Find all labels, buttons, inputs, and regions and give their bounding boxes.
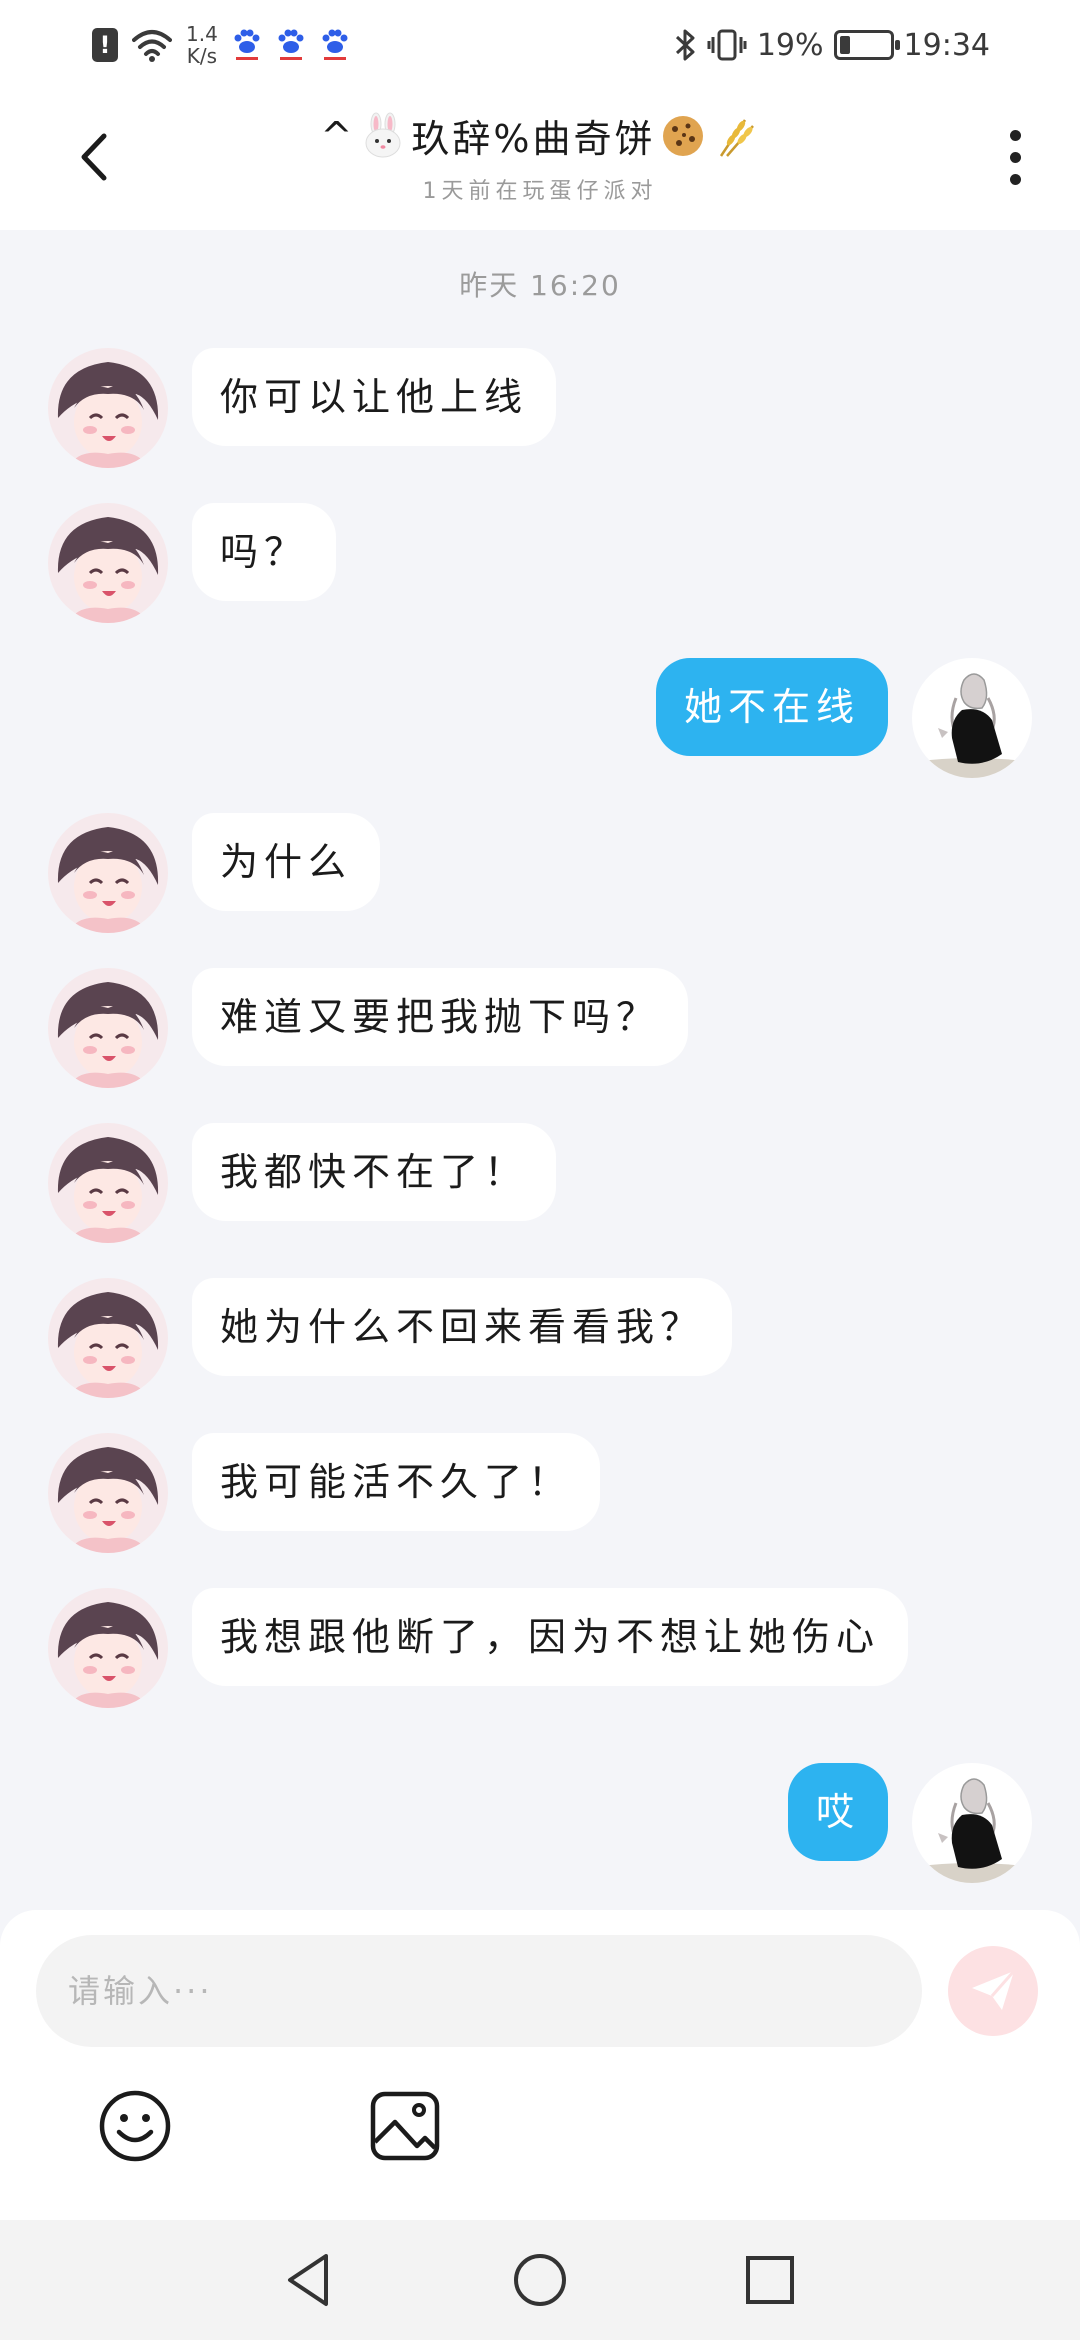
nav-recent-apps-button[interactable] — [738, 2248, 802, 2312]
send-button[interactable] — [948, 1946, 1038, 2036]
message-bubble[interactable]: 吗？ — [192, 503, 337, 601]
message-row: 她不在线 — [655, 658, 1032, 778]
title-text: 玖辞%曲奇饼 — [411, 117, 656, 161]
message-bubble[interactable]: 哎 — [787, 1763, 888, 1861]
message-row: 我可能活不久了！ — [48, 1433, 601, 1553]
contact-avatar[interactable] — [48, 1123, 168, 1243]
nav-back-button[interactable] — [278, 2248, 342, 2312]
battery-percent: 19% — [756, 27, 824, 63]
message-row: 为什么 — [48, 813, 381, 933]
title-prefix: ^ — [320, 113, 356, 158]
status-right: 19% 19:34 — [673, 22, 990, 68]
message-bubble[interactable]: 为什么 — [192, 813, 381, 911]
net-speed: 1.4 K/s — [186, 23, 218, 67]
dot-icon — [1009, 129, 1021, 141]
contact-avatar[interactable] — [48, 348, 168, 468]
wifi-icon — [132, 30, 172, 62]
contact-avatar[interactable] — [48, 968, 168, 1088]
baidu-paw-icon — [322, 29, 348, 60]
message-row: 吗？ — [48, 503, 337, 623]
wheat-emoji — [720, 118, 755, 157]
contact-name: ^ 玖辞%曲奇饼 — [321, 108, 760, 163]
contact-avatar[interactable] — [48, 1588, 168, 1708]
chat-screen: ! 1.4 K/s 19% 19:34 ^ 玖辞%曲奇饼 1天前在玩蛋仔派对 昨… — [0, 0, 1080, 2340]
alert-icon: ! — [92, 28, 118, 62]
message-row: 难道又要把我抛下吗？ — [48, 968, 689, 1088]
message-bubble[interactable]: 难道又要把我抛下吗？ — [192, 968, 689, 1066]
message-row: 她为什么不回来看看我？ — [48, 1278, 733, 1398]
contact-info[interactable]: ^ 玖辞%曲奇饼 1天前在玩蛋仔派对 — [200, 108, 880, 205]
message-row: 我想跟他断了，因为不想让她伤心 — [48, 1588, 909, 1708]
nav-home-button[interactable] — [508, 2248, 572, 2312]
clock: 19:34 — [903, 27, 990, 63]
contact-status: 1天前在玩蛋仔派对 — [422, 179, 658, 204]
net-speed-unit: K/s — [186, 44, 218, 68]
baidu-paw-icon — [278, 29, 304, 60]
paper-plane-icon — [972, 1970, 1016, 2010]
vibrate-icon — [707, 29, 747, 61]
chat-header: ^ 玖辞%曲奇饼 1天前在玩蛋仔派对 — [0, 90, 1080, 230]
my-avatar[interactable] — [912, 1763, 1032, 1883]
contact-avatar[interactable] — [48, 503, 168, 623]
rabbit-face-emoji — [365, 112, 401, 157]
baidu-paw-icon — [234, 29, 260, 60]
status-left: ! 1.4 K/s — [92, 22, 350, 68]
message-bubble[interactable]: 我可能活不久了！ — [192, 1433, 601, 1531]
back-button[interactable] — [62, 122, 132, 192]
contact-avatar[interactable] — [48, 1278, 168, 1398]
message-bubble[interactable]: 我想跟他断了，因为不想让她伤心 — [192, 1588, 909, 1686]
battery-icon — [833, 30, 900, 60]
message-row: 哎 — [787, 1763, 1032, 1883]
message-bubble[interactable]: 她不在线 — [655, 658, 888, 756]
message-input[interactable] — [36, 1935, 922, 2047]
net-speed-value: 1.4 — [186, 22, 218, 46]
message-timestamp: 昨天 16:20 — [459, 269, 621, 302]
message-composer — [0, 1910, 1080, 2220]
status-bar: ! 1.4 K/s 19% 19:34 — [0, 0, 1080, 90]
dot-icon — [1009, 173, 1021, 185]
contact-avatar[interactable] — [48, 813, 168, 933]
more-options-button[interactable] — [990, 122, 1040, 192]
system-navigation-bar — [0, 2220, 1080, 2340]
my-avatar[interactable] — [912, 658, 1032, 778]
emoji-picker-button[interactable] — [97, 2088, 173, 2164]
dot-icon — [1009, 151, 1021, 163]
message-bubble[interactable]: 我都快不在了！ — [192, 1123, 557, 1221]
message-row: 我都快不在了！ — [48, 1123, 557, 1243]
message-bubble[interactable]: 她为什么不回来看看我？ — [192, 1278, 733, 1376]
message-list[interactable]: 昨天 16:20 你可以让他上线 吗？ 她不在线 为什么 难道又要把我抛下吗？ … — [0, 230, 1080, 1910]
bluetooth-icon — [675, 29, 695, 61]
contact-avatar[interactable] — [48, 1433, 168, 1553]
message-row: 你可以让他上线 — [48, 348, 557, 468]
cookie-emoji — [663, 115, 704, 156]
image-picker-button[interactable] — [367, 2088, 443, 2164]
message-bubble[interactable]: 你可以让他上线 — [192, 348, 557, 446]
